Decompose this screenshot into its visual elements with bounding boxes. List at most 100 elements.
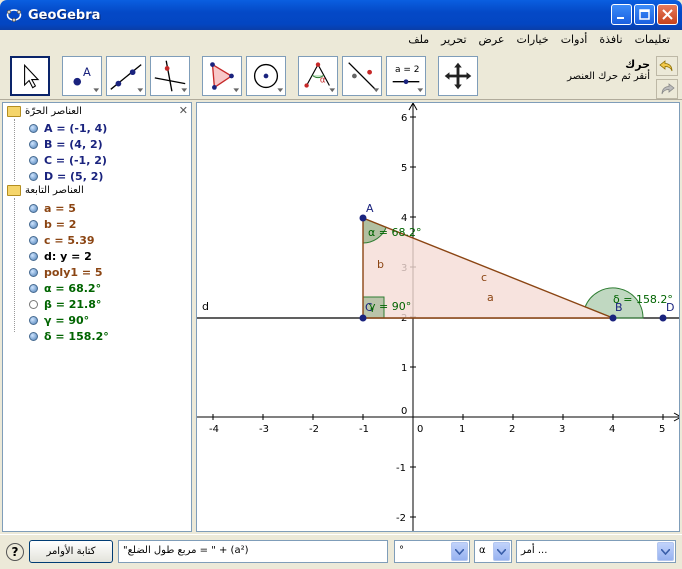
redo-button[interactable]: [656, 79, 678, 99]
alpha-combo-value: α: [479, 545, 486, 556]
tool-polygon[interactable]: [202, 56, 242, 96]
label-line-d: d: [202, 300, 209, 313]
arrow-cursor-icon: [24, 63, 40, 89]
minimize-button[interactable]: [611, 4, 632, 25]
point-D[interactable]: [659, 314, 667, 322]
menu-view[interactable]: عرض: [473, 30, 511, 50]
y-tick-label: -2: [396, 513, 406, 524]
folder-label: العناصر الحرّة: [25, 106, 82, 117]
x-tick-label: 3: [559, 424, 565, 435]
dependent-objects-folder[interactable]: العناصر التابعة: [7, 185, 84, 196]
visibility-toggle[interactable]: [29, 300, 38, 309]
object-text: d: y = 2: [44, 250, 92, 263]
visibility-toggle[interactable]: [29, 204, 38, 213]
chevron-down-icon[interactable]: [493, 542, 510, 561]
visibility-toggle[interactable]: [29, 268, 38, 277]
tool-new-point[interactable]: A: [62, 56, 102, 96]
folder-label: العناصر التابعة: [25, 185, 84, 196]
algebra-object[interactable]: d: y = 2: [29, 249, 92, 264]
close-button[interactable]: [657, 4, 678, 25]
x-tick-label: -2: [309, 424, 319, 435]
greek-letter-combo[interactable]: α: [474, 540, 512, 563]
degree-symbol-combo[interactable]: °: [394, 540, 470, 563]
algebra-object[interactable]: D = (5, 2): [29, 169, 103, 184]
tool-angle[interactable]: α: [298, 56, 338, 96]
chevron-down-icon[interactable]: [451, 542, 468, 561]
close-view-icon[interactable]: ✕: [179, 104, 188, 117]
undo-icon: [659, 60, 673, 72]
visibility-toggle[interactable]: [29, 140, 38, 149]
visibility-toggle[interactable]: [29, 252, 38, 261]
menu-edit[interactable]: تحرير: [435, 30, 472, 50]
menu-options[interactable]: خيارات: [510, 30, 554, 50]
visibility-toggle[interactable]: [29, 172, 38, 181]
title-bar: GeoGebra: [0, 0, 682, 30]
menu-bar: ملف تحرير عرض خيارات أدوات نافذة تعليمات: [0, 30, 682, 50]
y-tick-label: 1: [401, 363, 407, 374]
tool-circle[interactable]: [246, 56, 286, 96]
object-text: C = (-1, 2): [44, 154, 107, 167]
algebra-view: ✕ العناصر الحرّة A = (-1, 4) B = (4, 2) …: [2, 102, 192, 532]
point-C[interactable]: [359, 314, 367, 322]
tool-perpendicular[interactable]: [150, 56, 190, 96]
undo-button[interactable]: [656, 56, 678, 76]
object-text: c = 5.39: [44, 234, 95, 247]
toolbar: A α a = 2 حرك أنقر ثم حرك العنصر: [0, 50, 682, 100]
tool-reflect[interactable]: [342, 56, 382, 96]
label-segment-c: c: [481, 271, 487, 284]
redo-icon: [661, 83, 675, 95]
label-angle-alpha: α = 68.2°: [368, 226, 421, 239]
visibility-toggle[interactable]: [29, 124, 38, 133]
maximize-button[interactable]: [634, 4, 655, 25]
tool-move-view[interactable]: [438, 56, 478, 96]
visibility-toggle[interactable]: [29, 284, 38, 293]
input-command-button[interactable]: كتابة الأوامر: [29, 540, 113, 563]
point-A[interactable]: [359, 214, 367, 222]
x-tick-label: 4: [609, 424, 615, 435]
x-tick-label: -4: [209, 424, 219, 435]
maximize-icon: [639, 9, 650, 20]
x-tick-label: -3: [259, 424, 269, 435]
algebra-object[interactable]: γ = 90°: [29, 313, 89, 328]
visibility-toggle[interactable]: [29, 156, 38, 165]
algebra-object[interactable]: A = (-1, 4): [29, 121, 107, 136]
input-field[interactable]: "مربع طول الضلع = " + (a²): [118, 540, 388, 563]
algebra-object[interactable]: β = 21.8°: [29, 297, 101, 312]
input-help-button[interactable]: ?: [6, 543, 24, 561]
point-B[interactable]: [609, 314, 617, 322]
line-icon: [110, 64, 144, 93]
menu-file[interactable]: ملف: [402, 30, 435, 50]
x-tick-label: 1: [459, 424, 465, 435]
tool-slider[interactable]: a = 2: [386, 56, 426, 96]
window-title: GeoGebra: [28, 7, 101, 23]
tool-move[interactable]: [10, 56, 50, 96]
algebra-object[interactable]: c = 5.39: [29, 233, 95, 248]
x-tick-label: 0: [417, 424, 423, 435]
algebra-object[interactable]: B = (4, 2): [29, 137, 103, 152]
algebra-object[interactable]: α = 68.2°: [29, 281, 101, 296]
menu-tools[interactable]: أدوات: [555, 30, 594, 50]
visibility-toggle[interactable]: [29, 332, 38, 341]
visibility-toggle[interactable]: [29, 236, 38, 245]
algebra-object[interactable]: a = 5: [29, 201, 76, 216]
svg-text:α: α: [320, 76, 326, 86]
graphics-view[interactable]: -4-3-2-1012345 6543210-1-2 A B C D d a b…: [196, 102, 680, 532]
graphics-canvas[interactable]: -4-3-2-1012345 6543210-1-2 A B C D d a b…: [197, 103, 680, 532]
object-text: a = 5: [44, 202, 76, 215]
algebra-object[interactable]: C = (-1, 2): [29, 153, 107, 168]
object-text: β = 21.8°: [44, 298, 102, 311]
menu-window[interactable]: نافذة: [593, 30, 628, 50]
tool-line[interactable]: [106, 56, 146, 96]
command-combo-value: أمر ...: [521, 545, 548, 556]
algebra-object[interactable]: δ = 158.2°: [29, 329, 109, 344]
algebra-object[interactable]: poly1 = 5: [29, 265, 103, 280]
command-combo[interactable]: أمر ...: [516, 540, 676, 563]
chevron-down-icon[interactable]: [657, 542, 674, 561]
menu-help[interactable]: تعليمات: [629, 30, 676, 50]
visibility-toggle[interactable]: [29, 316, 38, 325]
algebra-object[interactable]: b = 2: [29, 217, 76, 232]
object-text: A = (-1, 4): [44, 122, 108, 135]
free-objects-folder[interactable]: العناصر الحرّة: [7, 106, 82, 117]
visibility-toggle[interactable]: [29, 220, 38, 229]
label-angle-gamma: γ = 90°: [369, 300, 411, 313]
